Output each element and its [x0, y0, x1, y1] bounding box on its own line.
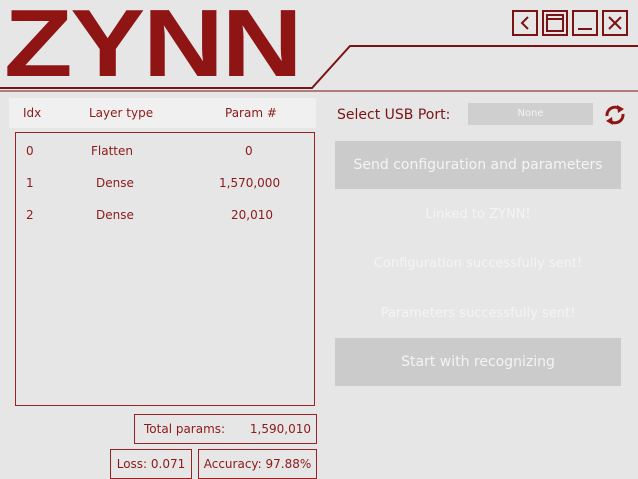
close-button[interactable]: [602, 10, 628, 36]
row-param-count: 1,570,000: [219, 176, 281, 190]
config-sent-status: Configuration successfully sent!: [373, 256, 583, 271]
table-row[interactable]: 1 Dense 1,570,000: [16, 168, 316, 198]
refresh-button[interactable]: [603, 103, 627, 127]
row-layer-type: Flatten: [91, 144, 133, 158]
layer-table: 0 Flatten 0 1 Dense 1,570,000 2 Dense 20…: [15, 132, 315, 406]
send-config-button[interactable]: Send configuration and parameters: [335, 141, 621, 189]
table-row[interactable]: 0 Flatten 0: [16, 136, 316, 166]
maximize-button[interactable]: [542, 10, 568, 36]
usb-port-select[interactable]: None: [468, 103, 593, 125]
header-layer-type: Layer type: [89, 106, 154, 120]
row-param-count: 0: [245, 144, 253, 158]
total-params-box: Total params: 1,590,010: [134, 414, 317, 444]
usb-port-selected: None: [517, 108, 544, 119]
minimize-icon: [578, 28, 592, 30]
header-param-count: Param #: [225, 106, 277, 120]
usb-port-label: Select USB Port:: [337, 107, 451, 123]
minimize-button[interactable]: [572, 10, 598, 36]
row-layer-type: Dense: [96, 176, 134, 190]
row-idx: 2: [26, 208, 34, 222]
linked-status: Linked to ZYNN!: [425, 207, 531, 222]
accuracy-value: Accuracy: 97.88%: [203, 457, 312, 471]
close-icon: [608, 16, 622, 30]
start-recognizing-button[interactable]: Start with recognizing: [335, 338, 621, 386]
row-idx: 0: [26, 144, 34, 158]
back-button[interactable]: [512, 10, 538, 36]
loss-value: Loss: 0.071: [116, 457, 186, 471]
accuracy-box: Accuracy: 97.88%: [198, 449, 317, 479]
total-params-value: 1,590,010: [249, 422, 311, 436]
total-params-label: Total params:: [144, 422, 226, 436]
row-layer-type: Dense: [96, 208, 134, 222]
app-logo: ZYNN: [4, 0, 303, 97]
layer-table-header: Idx Layer type Param #: [9, 98, 316, 128]
refresh-icon: [605, 105, 625, 125]
loss-box: Loss: 0.071: [110, 449, 192, 479]
params-sent-status: Parameters successfully sent!: [380, 306, 576, 321]
header-idx: Idx: [23, 106, 42, 120]
row-param-count: 20,010: [231, 208, 273, 222]
maximize-icon: [546, 14, 564, 32]
row-idx: 1: [26, 176, 34, 190]
table-row[interactable]: 2 Dense 20,010: [16, 200, 316, 230]
title-bar: ZYNN: [0, 0, 638, 92]
back-icon: [520, 16, 529, 30]
